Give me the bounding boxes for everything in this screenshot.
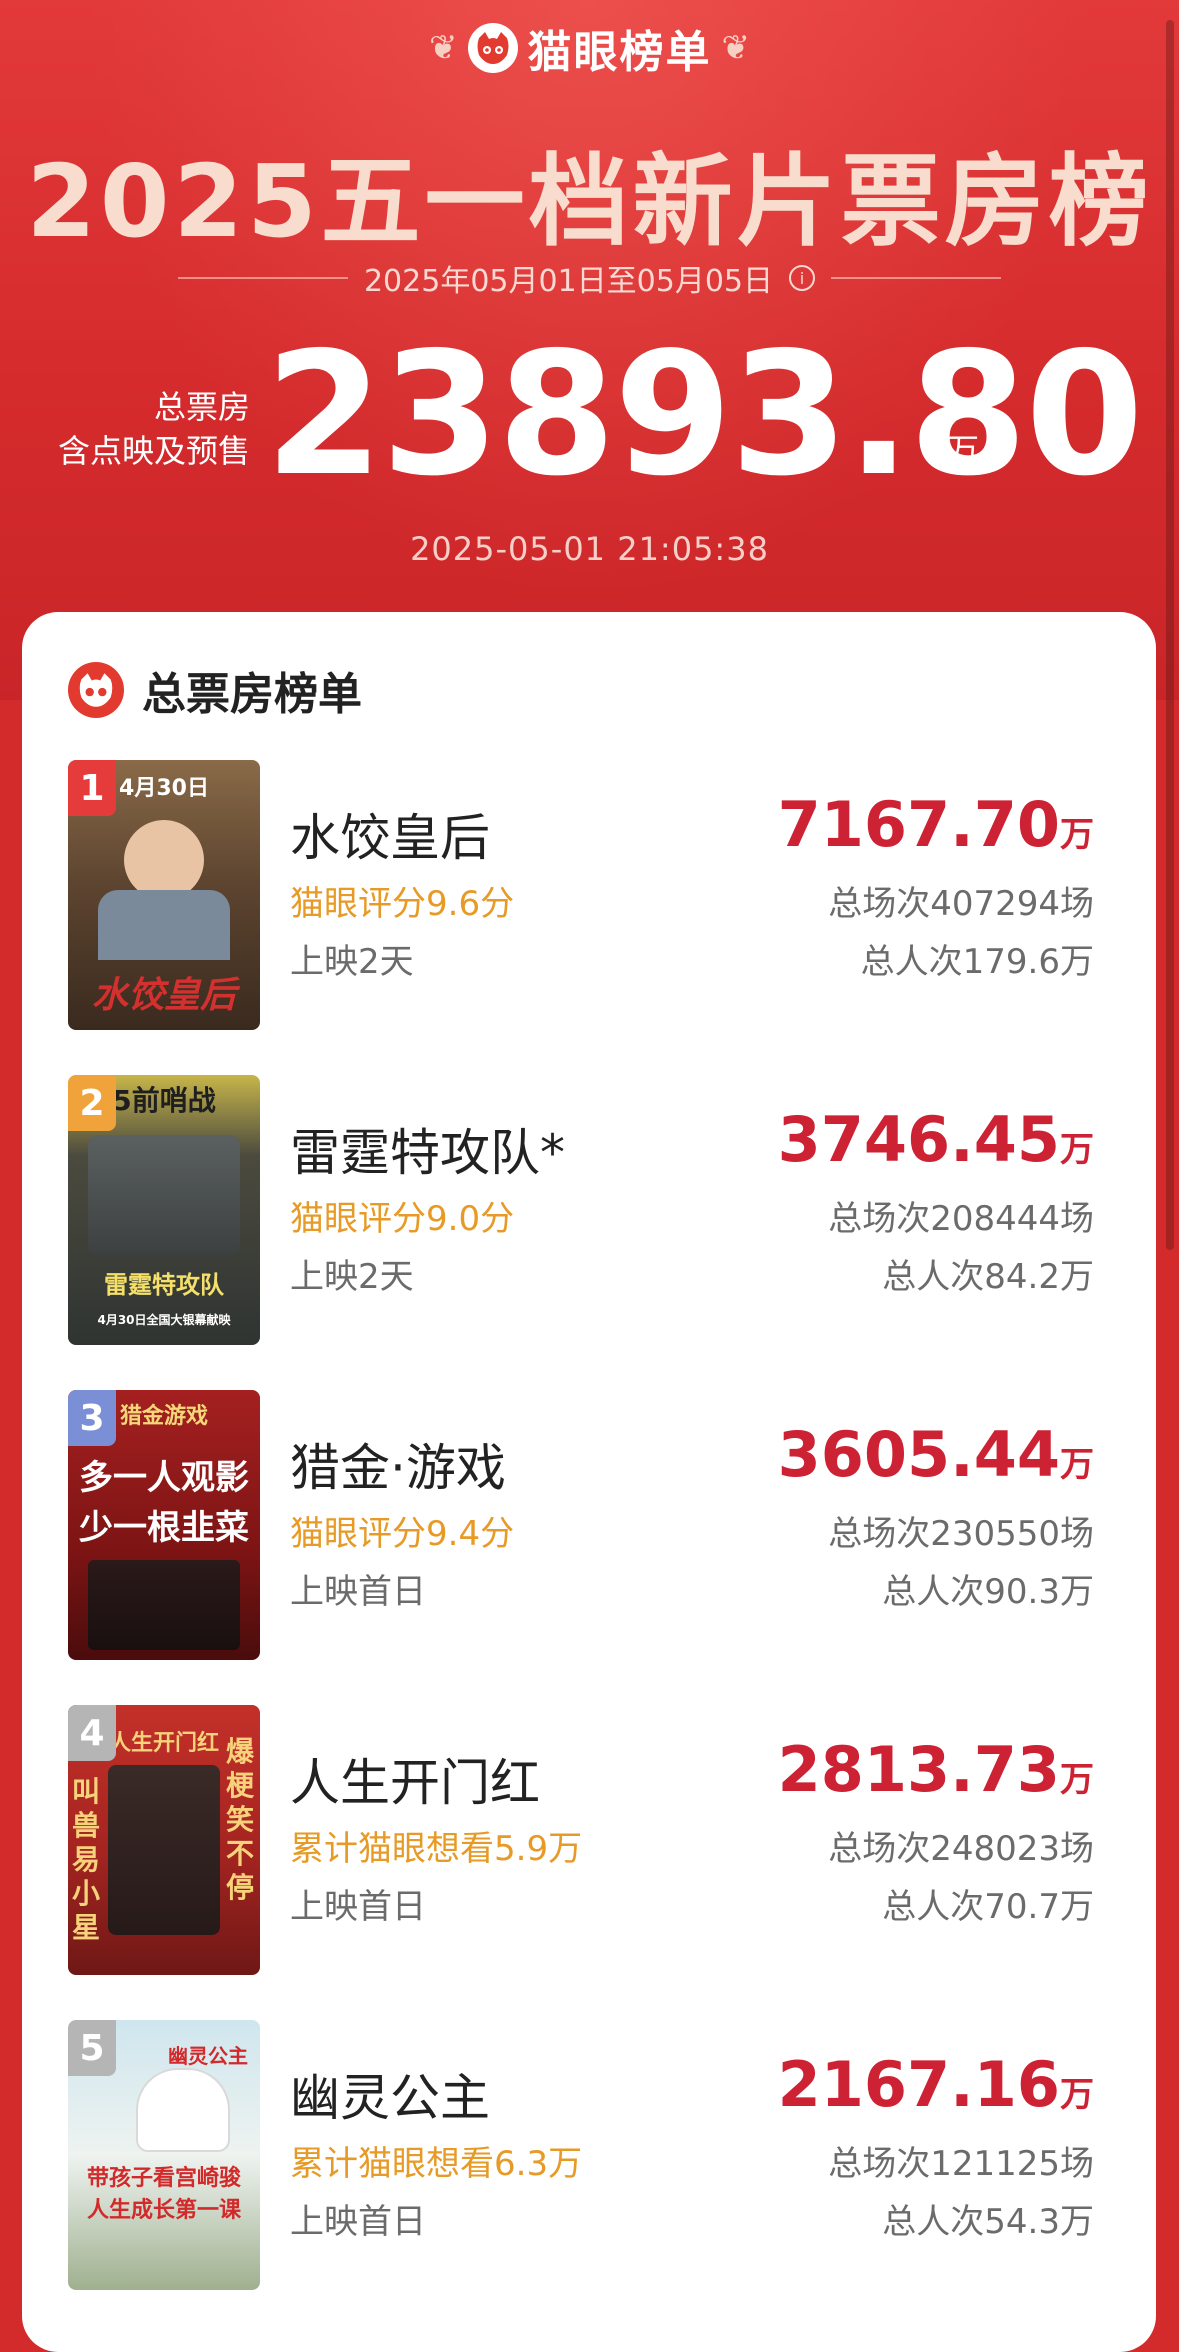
page-title: 2025五一档新片票房榜 [26, 143, 1153, 260]
total-unit: 万 [947, 431, 980, 469]
box-office-value: 7167.70万 [778, 788, 1094, 861]
card-header: 总票房榜单 [68, 658, 362, 722]
box-office-unit: 万 [1060, 1760, 1094, 1800]
poster-face [124, 820, 204, 900]
movie-title[interactable]: 人生开门红 [290, 1743, 540, 1815]
date-range-row: 2025年05月01日至05月05日 i [0, 256, 1179, 300]
box-office-unit: 万 [1060, 815, 1094, 855]
total-shows: 总场次121125场 [828, 2144, 1094, 2184]
movie-score: 猫眼评分9.0分 [290, 1199, 515, 1239]
total-shows: 总场次230550场 [828, 1514, 1094, 1554]
total-label: 总票房 含点映及预售 [30, 385, 250, 473]
divider-right [831, 277, 1002, 279]
maoyan-cat-icon [68, 662, 124, 718]
info-icon[interactable]: i [789, 265, 816, 291]
rank-badge: 4 [68, 1705, 116, 1761]
total-shows: 总场次208444场 [828, 1199, 1094, 1239]
rank-badge: 2 [68, 1075, 116, 1131]
rank-badge: 5 [68, 2020, 116, 2076]
movie-poster[interactable]: 4月30日 水饺皇后 1 [68, 760, 260, 1030]
movie-row[interactable]: 幽灵公主 带孩子看宫崎骏 人生成长第一课 5 幽灵公主 累计猫眼想看6.3万 上… [68, 2020, 1128, 2290]
poster-subtitle: 少一根韭菜 [79, 1508, 249, 1548]
movie-row[interactable]: 猎金游戏 多一人观影 少一根韭菜 3 猎金·游戏 猫眼评分9.4分 上映首日 3… [68, 1390, 1128, 1660]
box-office-number: 3605.44 [777, 1418, 1060, 1491]
poster-figure [88, 1560, 240, 1650]
poster-wolf [138, 2070, 228, 2150]
movie-score: 累计猫眼想看6.3万 [290, 2144, 583, 2184]
movie-poster[interactable]: 5前哨战 雷霆特攻队 4月30日全国大银幕献映 2 [68, 1075, 260, 1345]
maoyan-cat-logo-icon [467, 23, 518, 73]
box-office-number: 7167.70 [777, 788, 1060, 861]
movie-poster[interactable]: 人生开门红 爆梗笑不停 叫兽易小星 4 [68, 1705, 260, 1975]
total-label-line1: 总票房 [153, 388, 250, 426]
box-office-value: 3746.45万 [778, 1103, 1094, 1176]
total-box-office: 23893.80 [265, 316, 1144, 514]
box-office-number: 2167.16 [777, 2048, 1060, 2121]
release-days: 上映首日 [290, 1572, 426, 1612]
movie-row[interactable]: 4月30日 水饺皇后 1 水饺皇后 猫眼评分9.6分 上映2天 7167.70万… [68, 760, 1128, 1030]
poster-title: 带孩子看宫崎骏 [86, 2166, 241, 2191]
poster-figure [98, 890, 230, 960]
poster-side-text: 叫兽易小星 [72, 1775, 101, 1944]
poster-figure [88, 1135, 240, 1255]
release-days: 上映2天 [290, 942, 414, 982]
total-shows: 总场次248023场 [828, 1829, 1094, 1869]
poster-caption: 幽灵公主 [168, 2044, 248, 2068]
poster-title: 多一人观影 [79, 1458, 249, 1498]
total-label-line2: 含点映及预售 [57, 432, 250, 470]
movie-title[interactable]: 猎金·游戏 [290, 1428, 506, 1500]
release-days: 上映首日 [290, 1887, 426, 1927]
poster-subtitle: 人生成长第一课 [86, 2198, 241, 2223]
box-office-unit: 万 [1060, 1445, 1094, 1485]
box-office-unit: 万 [1060, 1130, 1094, 1170]
header-banner: ❦ 猫眼榜单 ❦ 2025五一档新片票房榜 2025年05月01日至05月05日… [0, 0, 1179, 700]
total-audience: 总人次179.6万 [860, 942, 1094, 982]
total-shows: 总场次407294场 [828, 884, 1094, 924]
release-days: 上映2天 [290, 1257, 414, 1297]
poster-side-text: 爆梗笑不停 [226, 1735, 255, 1904]
update-timestamp: 2025-05-01 21:05:38 [410, 530, 769, 568]
box-office-value: 2813.73万 [778, 1733, 1094, 1806]
rank-badge: 3 [68, 1390, 116, 1446]
date-range: 2025年05月01日至05月05日 [363, 264, 774, 299]
box-office-value: 2167.16万 [778, 2048, 1094, 2121]
total-audience: 总人次90.3万 [882, 1572, 1094, 1612]
brand-name: 猫眼榜单 [527, 27, 712, 78]
card-title: 总票房榜单 [142, 669, 362, 720]
movie-title[interactable]: 雷霆特攻队* [290, 1113, 565, 1185]
movie-poster[interactable]: 猎金游戏 多一人观影 少一根韭菜 3 [68, 1390, 260, 1660]
total-audience: 总人次54.3万 [882, 2202, 1094, 2242]
box-office-unit: 万 [1060, 2075, 1094, 2115]
box-office-value: 3605.44万 [778, 1418, 1094, 1491]
total-audience: 总人次70.7万 [882, 1887, 1094, 1927]
poster-title: 雷霆特攻队 [104, 1271, 224, 1299]
movie-poster[interactable]: 幽灵公主 带孩子看宫崎骏 人生成长第一课 5 [68, 2020, 260, 2290]
total-audience: 总人次84.2万 [882, 1257, 1094, 1297]
movie-score: 累计猫眼想看5.9万 [290, 1829, 583, 1869]
rank-badge: 1 [68, 760, 116, 816]
divider-left [177, 277, 348, 279]
release-days: 上映首日 [290, 2202, 426, 2242]
laurel-right-icon: ❦ [721, 28, 751, 68]
movie-score: 猫眼评分9.4分 [290, 1514, 515, 1554]
poster-release-date: 4月30日全国大银幕献映 [97, 1313, 231, 1327]
movie-row[interactable]: 5前哨战 雷霆特攻队 4月30日全国大银幕献映 2 雷霆特攻队* 猫眼评分9.0… [68, 1075, 1128, 1345]
brand-bar: ❦ 猫眼榜单 ❦ [0, 18, 1179, 78]
box-office-number: 2813.73 [777, 1733, 1060, 1806]
box-office-number: 3746.45 [777, 1103, 1060, 1176]
movie-row[interactable]: 人生开门红 爆梗笑不停 叫兽易小星 4 人生开门红 累计猫眼想看5.9万 上映首… [68, 1705, 1128, 1975]
laurel-left-icon: ❦ [429, 28, 458, 68]
ranking-card: 总票房榜单 4月30日 水饺皇后 1 水饺皇后 猫眼评分9.6分 上映2天 71… [22, 612, 1156, 2352]
scrollbar[interactable] [1166, 20, 1174, 1250]
poster-figure [108, 1765, 220, 1935]
movie-title[interactable]: 水饺皇后 [290, 798, 490, 870]
movie-title[interactable]: 幽灵公主 [290, 2058, 490, 2130]
poster-title: 水饺皇后 [91, 975, 236, 1016]
movie-score: 猫眼评分9.6分 [290, 884, 515, 924]
